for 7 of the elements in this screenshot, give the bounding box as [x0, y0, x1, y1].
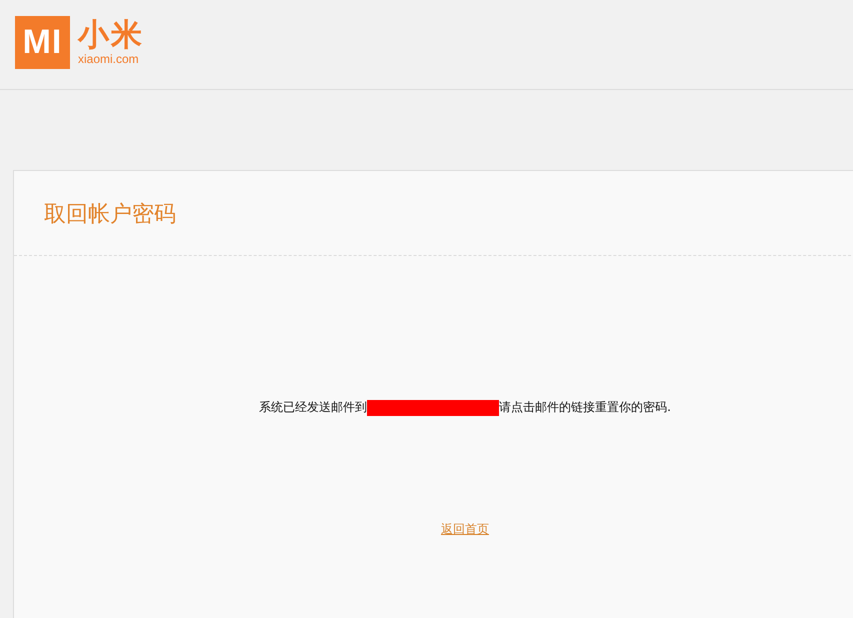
logo-name: 小米 [78, 17, 144, 53]
home-link[interactable]: 返回首页 [441, 521, 489, 538]
message-text: 系统已经发送邮件到 [259, 399, 368, 416]
page-title: 取回帐户密码 [44, 202, 176, 227]
message-text: 请点击邮件的链接重置你的密码. [499, 399, 671, 416]
logo-domain: xiaomi.com [78, 53, 140, 66]
logo-mark: MI [15, 16, 70, 69]
